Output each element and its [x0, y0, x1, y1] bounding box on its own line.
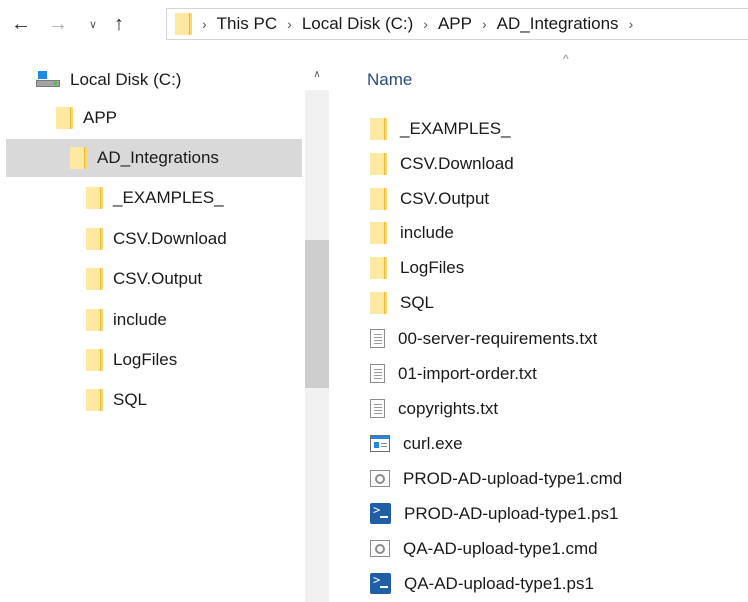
tree-item-label: include	[113, 310, 167, 329]
up-arrow-icon[interactable]: ↑	[108, 10, 130, 38]
sort-ascending-icon: ^	[563, 52, 569, 66]
tree-item-csv-output[interactable]: CSV.Output	[6, 260, 302, 298]
folder-icon	[370, 291, 387, 314]
tree-item-include[interactable]: include	[6, 301, 302, 339]
breadcrumb-separator[interactable]: ›	[482, 16, 487, 32]
tree-item-label: SQL	[113, 390, 148, 409]
file-name: CSV.Output	[400, 188, 490, 208]
file-name: curl.exe	[403, 433, 463, 453]
file-row[interactable]: curl.exe	[370, 427, 463, 460]
column-header-name[interactable]: Name	[367, 70, 412, 90]
folder-icon	[370, 117, 387, 140]
folder-icon	[70, 147, 87, 169]
exe-file-icon	[370, 435, 390, 452]
tree-item-label: CSV.Output	[113, 269, 203, 288]
text-file-icon	[370, 329, 385, 348]
file-name: 00-server-requirements.txt	[398, 328, 598, 348]
folder-icon	[370, 187, 387, 210]
file-row[interactable]: include	[370, 216, 454, 249]
file-name: 01-import-order.txt	[398, 363, 537, 383]
breadcrumb-separator[interactable]: ›	[629, 16, 634, 32]
tree-item-logfiles[interactable]: LogFiles	[6, 341, 302, 379]
file-row[interactable]: CSV.Output	[370, 182, 489, 215]
breadcrumb-separator[interactable]: ›	[287, 16, 292, 32]
file-name: PROD-AD-upload-type1.cmd	[403, 468, 623, 488]
address-toolbar: ← → ∨ ↑ › This PC › Local Disk (C:) › AP…	[0, 0, 748, 50]
tree-item-label: CSV.Download	[113, 229, 227, 248]
tree-item-label: AD_Integrations	[97, 148, 219, 167]
file-row[interactable]: LogFiles	[370, 251, 464, 284]
folder-icon	[86, 268, 103, 290]
file-name: copyrights.txt	[398, 398, 499, 418]
breadcrumb-app[interactable]: APP	[438, 14, 472, 34]
folder-icon	[86, 228, 103, 250]
file-name: include	[400, 222, 454, 242]
powershell-file-icon: >	[370, 503, 391, 524]
file-row[interactable]: > QA-AD-upload-type1.ps1	[370, 567, 594, 600]
address-bar[interactable]: › This PC › Local Disk (C:) › APP › AD_I…	[166, 8, 748, 40]
tree-item-label: APP	[83, 108, 118, 127]
file-row[interactable]: _EXAMPLES_	[370, 112, 511, 145]
tree-item-sql[interactable]: SQL	[6, 381, 302, 419]
file-row[interactable]: 00-server-requirements.txt	[370, 322, 597, 355]
folder-icon	[370, 221, 387, 244]
tree-item-app[interactable]: APP	[6, 99, 302, 137]
file-row[interactable]: QA-AD-upload-type1.cmd	[370, 532, 598, 565]
folder-icon	[86, 187, 103, 209]
file-row[interactable]: > PROD-AD-upload-type1.ps1	[370, 497, 618, 530]
drive-icon	[36, 71, 60, 89]
tree-item-label: LogFiles	[113, 350, 178, 369]
breadcrumb-ad-integrations[interactable]: AD_Integrations	[497, 14, 619, 34]
file-name: CSV.Download	[400, 153, 514, 173]
folder-icon	[86, 349, 103, 371]
cmd-file-icon	[370, 540, 390, 557]
cmd-file-icon	[370, 470, 390, 487]
scroll-up-chevron-icon[interactable]: ∧	[305, 66, 329, 82]
tree-item-local-disk[interactable]: Local Disk (C:)	[6, 61, 302, 99]
forward-arrow-icon[interactable]: →	[47, 10, 69, 38]
file-name: SQL	[400, 292, 435, 312]
file-name: QA-AD-upload-type1.cmd	[403, 538, 598, 558]
file-name: _EXAMPLES_	[400, 118, 511, 138]
folder-icon	[370, 152, 387, 175]
folder-icon	[56, 107, 73, 129]
recent-locations-chevron-icon[interactable]: ∨	[86, 10, 100, 38]
folder-icon	[370, 256, 387, 279]
text-file-icon	[370, 364, 385, 383]
breadcrumb-this-pc[interactable]: This PC	[217, 14, 277, 34]
breadcrumb-local-disk[interactable]: Local Disk (C:)	[302, 14, 413, 34]
back-arrow-icon[interactable]: ←	[10, 10, 32, 38]
breadcrumb-separator[interactable]: ›	[423, 16, 428, 32]
tree-item-ad-integrations[interactable]: AD_Integrations	[6, 139, 302, 177]
tree-item-csv-download[interactable]: CSV.Download	[6, 220, 302, 258]
file-row[interactable]: CSV.Download	[370, 147, 514, 180]
nav-scrollbar-thumb[interactable]	[305, 240, 329, 388]
file-name: LogFiles	[400, 257, 465, 277]
folder-icon	[86, 309, 103, 331]
file-row[interactable]: SQL	[370, 286, 434, 319]
navigation-pane: Local Disk (C:) APP AD_Integrations _EXA…	[0, 50, 332, 602]
file-name: QA-AD-upload-type1.ps1	[404, 573, 594, 593]
file-name: PROD-AD-upload-type1.ps1	[404, 503, 619, 523]
folder-icon	[86, 389, 103, 411]
tree-item-label: _EXAMPLES_	[113, 188, 224, 207]
tree-item-label: Local Disk (C:)	[70, 70, 182, 89]
file-row[interactable]: PROD-AD-upload-type1.cmd	[370, 462, 622, 495]
tree-item-examples[interactable]: _EXAMPLES_	[6, 179, 302, 217]
folder-icon	[175, 13, 192, 35]
powershell-file-icon: >	[370, 573, 391, 594]
text-file-icon	[370, 399, 385, 418]
breadcrumb-separator[interactable]: ›	[202, 16, 207, 32]
file-row[interactable]: copyrights.txt	[370, 392, 498, 425]
file-row[interactable]: 01-import-order.txt	[370, 357, 537, 390]
